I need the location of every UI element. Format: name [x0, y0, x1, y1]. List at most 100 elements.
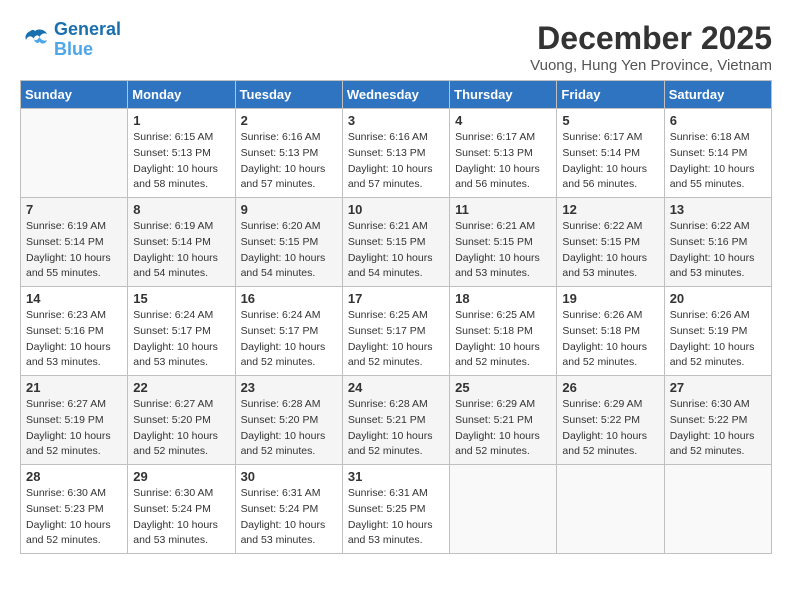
- weekday-header-saturday: Saturday: [664, 81, 771, 109]
- calendar-cell: 11 Sunrise: 6:21 AMSunset: 5:15 PMDayligh…: [450, 198, 557, 287]
- weekday-header-row: SundayMondayTuesdayWednesdayThursdayFrid…: [21, 81, 772, 109]
- day-info: Sunrise: 6:30 AMSunset: 5:23 PMDaylight:…: [26, 486, 122, 549]
- day-number: 8: [133, 202, 229, 217]
- day-number: 2: [241, 113, 337, 128]
- calendar-cell: 5 Sunrise: 6:17 AMSunset: 5:14 PMDaylight…: [557, 109, 664, 198]
- day-info: Sunrise: 6:20 AMSunset: 5:15 PMDaylight:…: [241, 219, 337, 282]
- page-header: General Blue December 2025 Vuong, Hung Y…: [20, 20, 772, 74]
- day-info: Sunrise: 6:23 AMSunset: 5:16 PMDaylight:…: [26, 308, 122, 371]
- day-info: Sunrise: 6:26 AMSunset: 5:19 PMDaylight:…: [670, 308, 766, 371]
- day-info: Sunrise: 6:24 AMSunset: 5:17 PMDaylight:…: [241, 308, 337, 371]
- day-number: 22: [133, 380, 229, 395]
- logo: General Blue: [20, 20, 121, 60]
- day-info: Sunrise: 6:19 AMSunset: 5:14 PMDaylight:…: [26, 219, 122, 282]
- day-number: 16: [241, 291, 337, 306]
- calendar-cell: 9 Sunrise: 6:20 AMSunset: 5:15 PMDaylight…: [235, 198, 342, 287]
- calendar-cell: [450, 465, 557, 554]
- day-info: Sunrise: 6:18 AMSunset: 5:14 PMDaylight:…: [670, 130, 766, 193]
- calendar-cell: 10 Sunrise: 6:21 AMSunset: 5:15 PMDayligh…: [342, 198, 449, 287]
- day-number: 29: [133, 469, 229, 484]
- day-number: 28: [26, 469, 122, 484]
- day-info: Sunrise: 6:21 AMSunset: 5:15 PMDaylight:…: [455, 219, 551, 282]
- day-number: 25: [455, 380, 551, 395]
- day-info: Sunrise: 6:29 AMSunset: 5:22 PMDaylight:…: [562, 397, 658, 460]
- calendar-cell: [557, 465, 664, 554]
- day-number: 7: [26, 202, 122, 217]
- calendar-cell: 23 Sunrise: 6:28 AMSunset: 5:20 PMDayligh…: [235, 376, 342, 465]
- calendar-cell: 13 Sunrise: 6:22 AMSunset: 5:16 PMDayligh…: [664, 198, 771, 287]
- calendar-cell: 2 Sunrise: 6:16 AMSunset: 5:13 PMDaylight…: [235, 109, 342, 198]
- day-number: 9: [241, 202, 337, 217]
- day-info: Sunrise: 6:25 AMSunset: 5:17 PMDaylight:…: [348, 308, 444, 371]
- day-info: Sunrise: 6:30 AMSunset: 5:22 PMDaylight:…: [670, 397, 766, 460]
- calendar-cell: 31 Sunrise: 6:31 AMSunset: 5:25 PMDayligh…: [342, 465, 449, 554]
- day-info: Sunrise: 6:16 AMSunset: 5:13 PMDaylight:…: [241, 130, 337, 193]
- calendar-cell: 28 Sunrise: 6:30 AMSunset: 5:23 PMDayligh…: [21, 465, 128, 554]
- week-row-3: 14 Sunrise: 6:23 AMSunset: 5:16 PMDayligh…: [21, 287, 772, 376]
- calendar-cell: 4 Sunrise: 6:17 AMSunset: 5:13 PMDaylight…: [450, 109, 557, 198]
- calendar-cell: 19Sunrise: 6:26 AMSunset: 5:18 PMDayligh…: [557, 287, 664, 376]
- calendar-cell: 8Sunrise: 6:19 AMSunset: 5:14 PMDaylight…: [128, 198, 235, 287]
- weekday-header-friday: Friday: [557, 81, 664, 109]
- week-row-1: 1 Sunrise: 6:15 AMSunset: 5:13 PMDaylight…: [21, 109, 772, 198]
- day-number: 17: [348, 291, 444, 306]
- day-info: Sunrise: 6:30 AMSunset: 5:24 PMDaylight:…: [133, 486, 229, 549]
- day-number: 23: [241, 380, 337, 395]
- day-number: 5: [562, 113, 658, 128]
- weekday-header-thursday: Thursday: [450, 81, 557, 109]
- day-number: 12: [562, 202, 658, 217]
- day-number: 26: [562, 380, 658, 395]
- day-number: 14: [26, 291, 122, 306]
- day-info: Sunrise: 6:25 AMSunset: 5:18 PMDaylight:…: [455, 308, 551, 371]
- calendar-cell: 16 Sunrise: 6:24 AMSunset: 5:17 PMDayligh…: [235, 287, 342, 376]
- day-number: 1: [133, 113, 229, 128]
- day-number: 21: [26, 380, 122, 395]
- calendar-cell: 22Sunrise: 6:27 AMSunset: 5:20 PMDayligh…: [128, 376, 235, 465]
- calendar-cell: 25Sunrise: 6:29 AMSunset: 5:21 PMDayligh…: [450, 376, 557, 465]
- day-info: Sunrise: 6:15 AMSunset: 5:13 PMDaylight:…: [133, 130, 229, 193]
- day-info: Sunrise: 6:31 AMSunset: 5:25 PMDaylight:…: [348, 486, 444, 549]
- logo-icon: [20, 25, 50, 55]
- day-number: 3: [348, 113, 444, 128]
- day-number: 11: [455, 202, 551, 217]
- day-info: Sunrise: 6:21 AMSunset: 5:15 PMDaylight:…: [348, 219, 444, 282]
- calendar-cell: 12 Sunrise: 6:22 AMSunset: 5:15 PMDayligh…: [557, 198, 664, 287]
- week-row-5: 28 Sunrise: 6:30 AMSunset: 5:23 PMDayligh…: [21, 465, 772, 554]
- calendar-cell: 30Sunrise: 6:31 AMSunset: 5:24 PMDayligh…: [235, 465, 342, 554]
- location-subtitle: Vuong, Hung Yen Province, Vietnam: [530, 57, 772, 74]
- title-block: December 2025 Vuong, Hung Yen Province, …: [530, 20, 772, 74]
- calendar-cell: 1 Sunrise: 6:15 AMSunset: 5:13 PMDaylight…: [128, 109, 235, 198]
- day-number: 20: [670, 291, 766, 306]
- day-info: Sunrise: 6:24 AMSunset: 5:17 PMDaylight:…: [133, 308, 229, 371]
- calendar-cell: [21, 109, 128, 198]
- day-info: Sunrise: 6:17 AMSunset: 5:14 PMDaylight:…: [562, 130, 658, 193]
- calendar-cell: 24Sunrise: 6:28 AMSunset: 5:21 PMDayligh…: [342, 376, 449, 465]
- calendar-cell: 14 Sunrise: 6:23 AMSunset: 5:16 PMDayligh…: [21, 287, 128, 376]
- day-number: 4: [455, 113, 551, 128]
- calendar-cell: 29 Sunrise: 6:30 AMSunset: 5:24 PMDayligh…: [128, 465, 235, 554]
- day-info: Sunrise: 6:28 AMSunset: 5:20 PMDaylight:…: [241, 397, 337, 460]
- calendar-cell: 26 Sunrise: 6:29 AMSunset: 5:22 PMDayligh…: [557, 376, 664, 465]
- day-info: Sunrise: 6:22 AMSunset: 5:15 PMDaylight:…: [562, 219, 658, 282]
- day-number: 27: [670, 380, 766, 395]
- calendar-cell: [664, 465, 771, 554]
- day-info: Sunrise: 6:22 AMSunset: 5:16 PMDaylight:…: [670, 219, 766, 282]
- weekday-header-monday: Monday: [128, 81, 235, 109]
- weekday-header-sunday: Sunday: [21, 81, 128, 109]
- calendar-cell: 20 Sunrise: 6:26 AMSunset: 5:19 PMDayligh…: [664, 287, 771, 376]
- day-number: 6: [670, 113, 766, 128]
- weekday-header-wednesday: Wednesday: [342, 81, 449, 109]
- calendar-cell: 15Sunrise: 6:24 AMSunset: 5:17 PMDayligh…: [128, 287, 235, 376]
- calendar-cell: 3Sunrise: 6:16 AMSunset: 5:13 PMDaylight…: [342, 109, 449, 198]
- day-number: 10: [348, 202, 444, 217]
- day-number: 31: [348, 469, 444, 484]
- calendar-cell: 6 Sunrise: 6:18 AMSunset: 5:14 PMDaylight…: [664, 109, 771, 198]
- day-info: Sunrise: 6:17 AMSunset: 5:13 PMDaylight:…: [455, 130, 551, 193]
- month-title: December 2025: [530, 20, 772, 57]
- week-row-2: 7 Sunrise: 6:19 AMSunset: 5:14 PMDaylight…: [21, 198, 772, 287]
- calendar-cell: 17 Sunrise: 6:25 AMSunset: 5:17 PMDayligh…: [342, 287, 449, 376]
- day-info: Sunrise: 6:27 AMSunset: 5:19 PMDaylight:…: [26, 397, 122, 460]
- day-number: 13: [670, 202, 766, 217]
- logo-text: General Blue: [54, 20, 121, 60]
- day-number: 30: [241, 469, 337, 484]
